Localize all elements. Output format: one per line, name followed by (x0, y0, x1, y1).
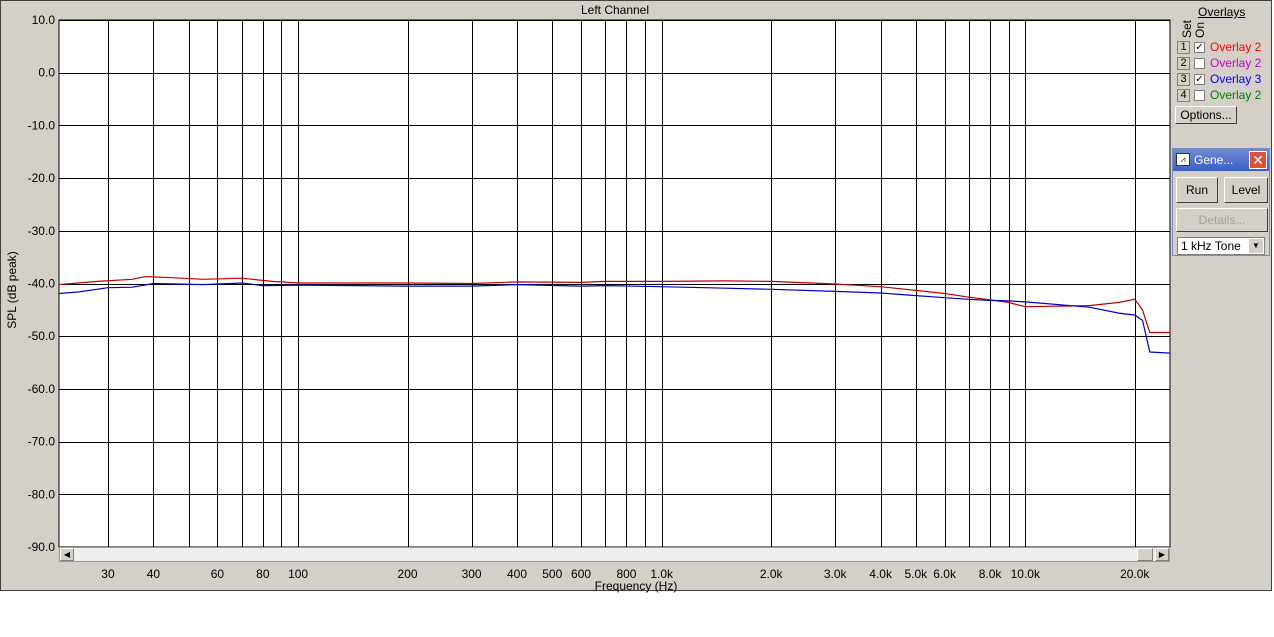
y-tick-label: -70.0 (28, 435, 56, 449)
x-tick-label: 100 (288, 567, 308, 581)
y-tick-label: -20.0 (28, 171, 56, 185)
generator-titlebar[interactable]: ⩘ Gene... ✕ (1173, 149, 1269, 171)
x-tick-label: 500 (542, 567, 562, 581)
x-tick-label: 60 (211, 567, 225, 581)
overlay-row-2: 2 Overlay 2 (1177, 57, 1272, 71)
y-tick-label: 10.0 (32, 13, 56, 27)
y-tick-label: -10.0 (28, 118, 56, 132)
x-tick-label: 20.0k (1120, 567, 1150, 581)
options-button[interactable]: Options... (1175, 106, 1237, 124)
generator-title: Gene... (1194, 153, 1234, 167)
overlay-set-button-4[interactable]: 4 (1177, 89, 1190, 102)
run-button[interactable]: Run (1176, 177, 1218, 203)
generator-icon: ⩘ (1176, 153, 1190, 166)
overlay-label-1: Overlay 2 (1210, 40, 1262, 54)
close-icon[interactable]: ✕ (1249, 151, 1267, 169)
overlays-title: Overlays (1198, 5, 1246, 19)
y-axis-label: SPL (dB peak) (5, 251, 19, 329)
x-tick-label: 300 (462, 567, 482, 581)
x-tick-label: 600 (571, 567, 591, 581)
chevron-down-icon[interactable]: ▼ (1249, 239, 1263, 253)
overlay-label-3: Overlay 3 (1210, 72, 1262, 86)
y-tick-label: -90.0 (28, 540, 56, 554)
overlays-set-header: Set (1180, 19, 1194, 38)
x-tick-label: 30 (101, 567, 115, 581)
overlay-checkbox-2[interactable] (1194, 58, 1205, 69)
scroll-left-button[interactable]: ◀ (60, 548, 74, 561)
overlay-row-4: 4 Overlay 2 (1177, 89, 1272, 103)
x-axis-label: Frequency (Hz) (595, 579, 678, 593)
x-tick-label: 40 (147, 567, 161, 581)
frequency-response-chart: Left Channel 10.0 0.0 -10.0 -20.0 -30.0 -40.0… (5, 3, 1171, 593)
y-tick-labels: 10.0 0.0 -10.0 -20.0 -30.0 -40.0 -50.0 -60.0 -70… (28, 13, 56, 554)
x-tick-label: 400 (507, 567, 527, 581)
x-tick-label: 2.0k (760, 567, 784, 581)
x-tick-label: 6.0k (933, 567, 957, 581)
scroll-right-button[interactable]: ▶ (1155, 548, 1169, 561)
generator-panel: ⩘ Gene... ✕ Run Level Details... 1 kHz T… (1172, 148, 1270, 256)
overlay-checkbox-3[interactable]: ✓ (1194, 74, 1205, 85)
x-tick-label: 3.0k (824, 567, 848, 581)
y-tick-label: -30.0 (28, 224, 56, 238)
overlay-label-2: Overlay 2 (1210, 56, 1262, 70)
overlay-row-3: 3 ✓ Overlay 3 (1177, 73, 1272, 87)
tone-select-value: 1 kHz Tone (1181, 239, 1241, 253)
chart-title: Left Channel (581, 3, 649, 17)
overlay-label-4: Overlay 2 (1210, 88, 1262, 102)
overlay-set-button-1[interactable]: 1 (1177, 41, 1190, 54)
x-tick-label: 5.0k (905, 567, 929, 581)
y-tick-label: -50.0 (28, 329, 56, 343)
tone-select[interactable]: 1 kHz Tone ▼ (1177, 237, 1265, 255)
overlay-set-button-2[interactable]: 2 (1177, 57, 1190, 70)
x-tick-label: 8.0k (979, 567, 1003, 581)
horizontal-scrollbar[interactable]: ◀ ▶ (59, 547, 1170, 562)
y-tick-label: -60.0 (28, 382, 56, 396)
x-tick-label: 200 (398, 567, 418, 581)
y-tick-label: -80.0 (28, 487, 56, 501)
x-tick-label: 80 (256, 567, 270, 581)
y-tick-label: -40.0 (28, 277, 56, 291)
overlay-checkbox-4[interactable] (1194, 90, 1205, 101)
y-tick-label: 0.0 (38, 66, 55, 80)
overlay-set-button-3[interactable]: 3 (1177, 73, 1190, 86)
overlays-on-header: On (1193, 21, 1207, 38)
x-tick-label: 4.0k (869, 567, 893, 581)
overlay-row-1: 1 ✓ Overlay 2 (1177, 41, 1272, 55)
overlay-checkbox-1[interactable]: ✓ (1194, 42, 1205, 53)
details-button[interactable]: Details... (1176, 208, 1268, 232)
scroll-thumb[interactable] (1137, 548, 1153, 561)
x-tick-label: 10.0k (1011, 567, 1041, 581)
level-button[interactable]: Level (1224, 177, 1268, 203)
